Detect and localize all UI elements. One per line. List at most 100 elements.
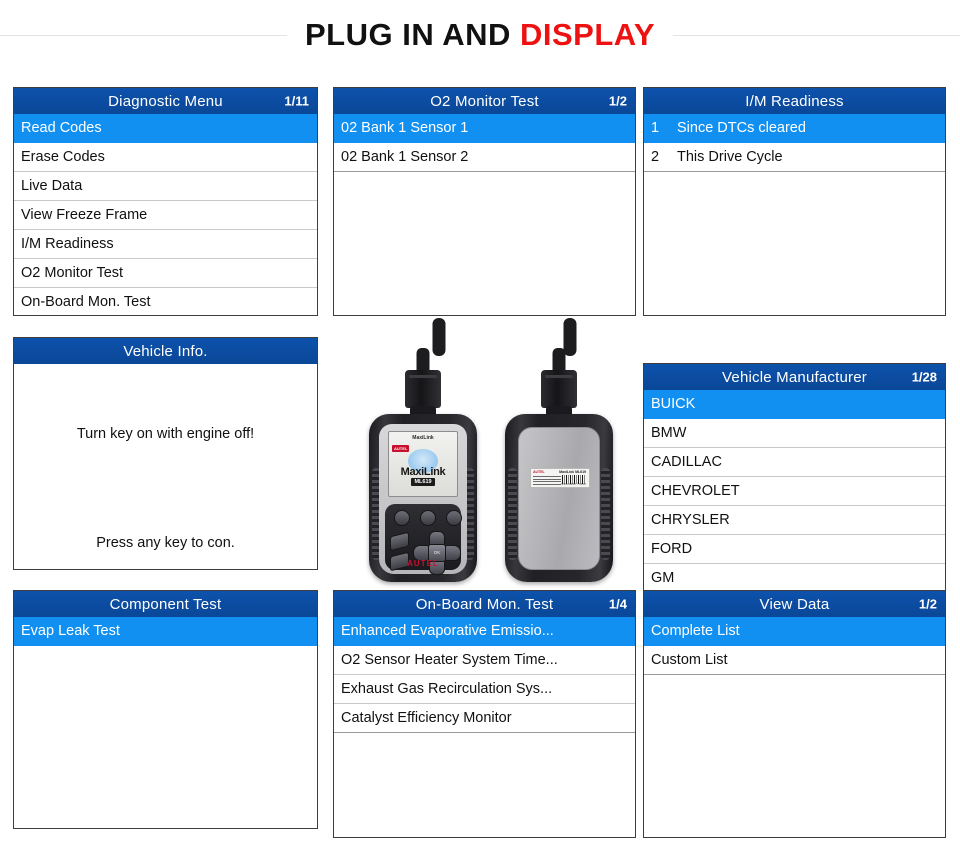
- list-item[interactable]: 1 Since DTCs cleared: [644, 114, 945, 143]
- scanner-screen: MaxiLink AUTEL MaxiLink ML619: [388, 431, 458, 497]
- product-label-specs: [533, 476, 561, 486]
- title-text-red: DISPLAY: [519, 17, 655, 52]
- title-rule-right: [673, 34, 960, 36]
- list-item-label: 02 Bank 1 Sensor 2: [341, 149, 469, 165]
- list-item-label: Since DTCs cleared: [677, 120, 806, 136]
- screen-corner-brand: AUTEL: [392, 445, 410, 452]
- panel-view-data: View Data 1/2 Complete List Custom List: [643, 590, 946, 838]
- grip-left-back: [508, 468, 517, 560]
- panel-body-o2-monitor-test: 02 Bank 1 Sensor 1 02 Bank 1 Sensor 2: [334, 114, 635, 172]
- title-text: PLUG IN AND DISPLAY: [287, 17, 673, 53]
- list-item-label: Erase Codes: [21, 149, 105, 165]
- panel-header-diagnostic-menu: Diagnostic Menu 1/11: [14, 88, 317, 114]
- scanner-faceplate: MaxiLink AUTEL MaxiLink ML619 OK AUTEL: [379, 424, 467, 575]
- list-item-label: I/M Readiness: [21, 236, 114, 252]
- list-item-label: BUICK: [651, 396, 696, 412]
- list-item[interactable]: BUICK: [644, 390, 945, 419]
- obd-cable: [432, 318, 446, 356]
- product-label-brand: AUTEL: [533, 470, 545, 474]
- list-item[interactable]: Enhanced Evaporative Emissio...: [334, 617, 635, 646]
- list-item[interactable]: Complete List: [644, 617, 945, 646]
- screen-header: MaxiLink: [389, 432, 457, 443]
- list-item-label: 02 Bank 1 Sensor 1: [341, 120, 469, 136]
- scanner-keypad: OK AUTEL: [385, 504, 462, 575]
- list-item[interactable]: 2 This Drive Cycle: [644, 143, 945, 172]
- help-button[interactable]: [390, 531, 409, 552]
- scanner-back-view: AUTEL MaxiLink ML619 SN000000 / 0000: [493, 318, 625, 586]
- list-item-label: O2 Sensor Heater System Time...: [341, 652, 558, 668]
- list-item-label: This Drive Cycle: [677, 149, 783, 165]
- panel-counter-diagnostic-menu: 1/11: [284, 93, 309, 109]
- panel-vehicle-manufacturer: Vehicle Manufacturer 1/28 BUICK BMW CADI…: [643, 363, 946, 592]
- list-item[interactable]: Exhaust Gas Recirculation Sys...: [334, 675, 635, 704]
- list-item[interactable]: On-Board Mon. Test: [14, 288, 317, 315]
- panel-title-onboard-mon-test: On-Board Mon. Test: [415, 595, 554, 613]
- scanner-front-view: MaxiLink AUTEL MaxiLink ML619 OK AUTEL: [357, 318, 489, 586]
- panel-title-view-data: View Data: [759, 595, 830, 613]
- panel-header-vehicle-manufacturer: Vehicle Manufacturer 1/28: [644, 364, 945, 390]
- list-item[interactable]: CHRYSLER: [644, 506, 945, 535]
- list-item[interactable]: 02 Bank 1 Sensor 2: [334, 143, 635, 172]
- list-item-label: CHEVROLET: [651, 483, 740, 499]
- list-item[interactable]: GM: [644, 564, 945, 591]
- title-rule-left: [0, 34, 287, 36]
- device-photos: MaxiLink AUTEL MaxiLink ML619 OK AUTEL A…: [345, 318, 637, 586]
- product-label-serial: SN000000 / 0000: [561, 483, 586, 486]
- panel-header-onboard-mon-test: On-Board Mon. Test 1/4: [334, 591, 635, 617]
- panel-header-im-readiness: I/M Readiness: [644, 88, 945, 114]
- list-item-label: View Freeze Frame: [21, 207, 148, 223]
- list-item[interactable]: 02 Bank 1 Sensor 1: [334, 114, 635, 143]
- dpad: OK: [413, 531, 461, 575]
- panel-body-vehicle-info: Turn key on with engine off! Press any k…: [14, 364, 317, 569]
- screen-brand-text: MaxiLink: [400, 466, 446, 478]
- panel-body-view-data: Complete List Custom List: [644, 617, 945, 675]
- panel-title-o2-monitor-test: O2 Monitor Test: [430, 92, 539, 110]
- list-item[interactable]: Custom List: [644, 646, 945, 675]
- panel-body-onboard-mon-test: Enhanced Evaporative Emissio... O2 Senso…: [334, 617, 635, 733]
- panel-body-vehicle-manufacturer: BUICK BMW CADILLAC CHEVROLET CHRYSLER FO…: [644, 390, 945, 591]
- list-item-label: Read Codes: [21, 120, 102, 136]
- panel-title-diagnostic-menu: Diagnostic Menu: [108, 92, 223, 110]
- list-item[interactable]: O2 Sensor Heater System Time...: [334, 646, 635, 675]
- title-text-black: PLUG IN AND: [305, 17, 511, 52]
- list-item-label: O2 Monitor Test: [21, 265, 124, 281]
- list-item-label: CADILLAC: [651, 454, 722, 470]
- list-item-label: Complete List: [651, 623, 740, 639]
- panel-component-test: Component Test Evap Leak Test: [13, 590, 318, 829]
- list-item[interactable]: View Freeze Frame: [14, 201, 317, 230]
- list-item-label: Exhaust Gas Recirculation Sys...: [341, 681, 553, 697]
- panel-counter-o2-monitor-test: 1/2: [608, 93, 627, 109]
- function-button-3[interactable]: [446, 510, 462, 526]
- page-root: PLUG IN AND DISPLAY Diagnostic Menu 1/11…: [0, 0, 960, 849]
- panel-o2-monitor-test: O2 Monitor Test 1/2 02 Bank 1 Sensor 1 0…: [333, 87, 636, 316]
- screen-header-brand: MaxiLink: [412, 434, 434, 441]
- panel-vehicle-info: Vehicle Info. Turn key on with engine of…: [13, 337, 318, 570]
- list-item[interactable]: Catalyst Efficiency Monitor: [334, 704, 635, 733]
- list-item[interactable]: I/M Readiness: [14, 230, 317, 259]
- vehicle-info-message-secondary: Press any key to con.: [96, 535, 235, 551]
- function-button-1[interactable]: [394, 510, 410, 526]
- screen-model-text: ML619: [389, 478, 457, 486]
- list-item[interactable]: BMW: [644, 419, 945, 448]
- list-item[interactable]: Erase Codes: [14, 143, 317, 172]
- scanner-back-panel: AUTEL MaxiLink ML619 SN000000 / 0000: [518, 427, 600, 570]
- panel-diagnostic-menu: Diagnostic Menu 1/11 Read Codes Erase Co…: [13, 87, 318, 316]
- panel-onboard-mon-test: On-Board Mon. Test 1/4 Enhanced Evaporat…: [333, 590, 636, 838]
- list-item[interactable]: CHEVROLET: [644, 477, 945, 506]
- list-item[interactable]: FORD: [644, 535, 945, 564]
- list-item-label: Evap Leak Test: [21, 623, 120, 639]
- product-label-model: MaxiLink ML619: [559, 470, 586, 474]
- list-item[interactable]: CADILLAC: [644, 448, 945, 477]
- list-item[interactable]: Read Codes: [14, 114, 317, 143]
- list-item-label: GM: [651, 570, 675, 586]
- list-item-label: CHRYSLER: [651, 512, 730, 528]
- list-item[interactable]: O2 Monitor Test: [14, 259, 317, 288]
- panel-title-component-test: Component Test: [109, 595, 222, 613]
- function-button-2[interactable]: [420, 510, 436, 526]
- screen-model-value: ML619: [411, 478, 435, 486]
- list-item-label: FORD: [651, 541, 693, 557]
- panel-counter-view-data: 1/2: [918, 596, 937, 612]
- list-item[interactable]: Live Data: [14, 172, 317, 201]
- list-item[interactable]: Evap Leak Test: [14, 617, 317, 646]
- panel-counter-vehicle-manufacturer: 1/28: [911, 369, 937, 385]
